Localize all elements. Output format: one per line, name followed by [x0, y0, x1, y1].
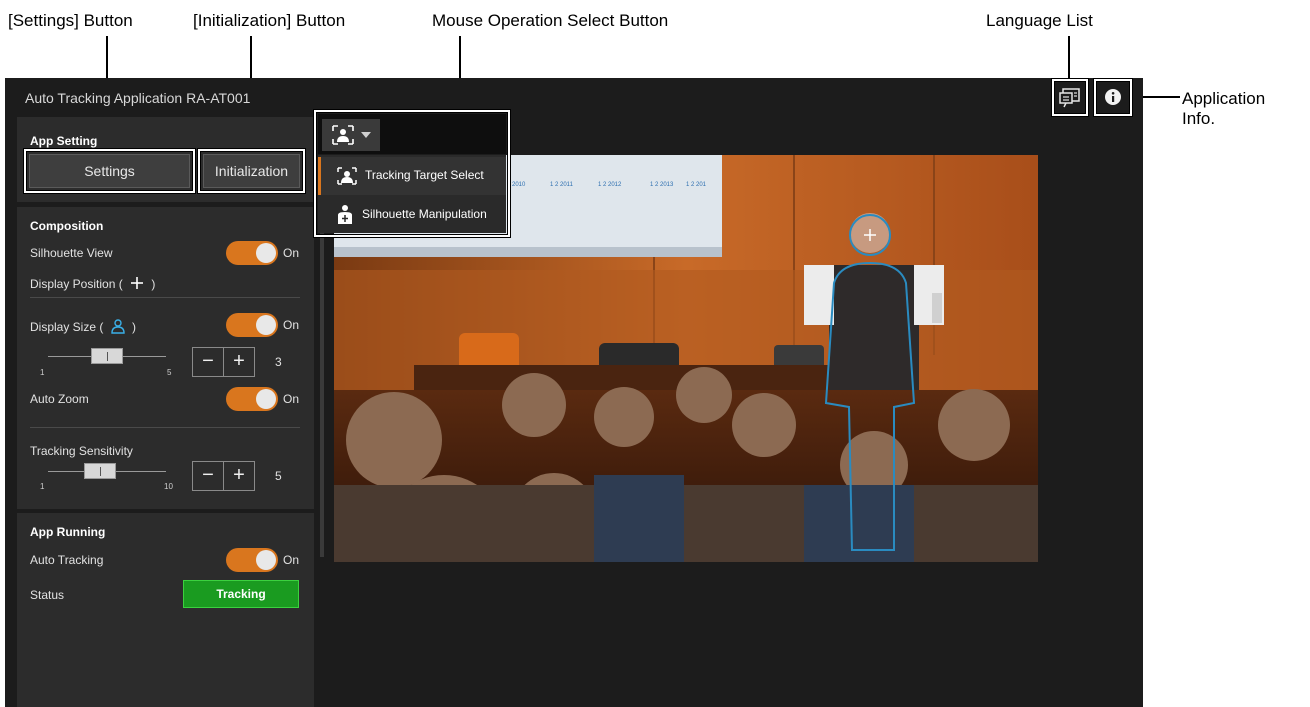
callout-settings-button: [Settings] Button — [8, 11, 133, 30]
display-size-slider-thumb[interactable] — [91, 348, 123, 364]
side-panel-scrollbar[interactable] — [320, 207, 324, 557]
tracking-sensitivity-slider-thumb[interactable] — [84, 463, 117, 479]
display-position-close: ) — [151, 277, 156, 291]
tracking-sensitivity-min: 1 — [40, 482, 45, 491]
display-size-value: 3 — [275, 355, 282, 369]
composition-title: Composition — [30, 219, 104, 233]
display-position-text: Display Position ( — [30, 277, 123, 291]
display-size-text: Display Size ( — [30, 320, 104, 334]
status-label: Status — [30, 588, 65, 602]
callout-initialization-button: [Initialization] Button — [193, 11, 346, 30]
display-size-close: ) — [132, 320, 137, 334]
callout-application-info-line2: Info. — [1182, 109, 1216, 128]
display-size-min: 1 — [40, 368, 45, 377]
silhouette-view-label: Silhouette View — [30, 246, 113, 260]
display-position-label: Display Position ( ) — [30, 276, 155, 291]
callout-language-list: Language List — [986, 11, 1093, 30]
initialization-button-highlight — [198, 149, 305, 193]
callout-application-info-line1: Application — [1182, 89, 1266, 108]
silhouette-view-toggle[interactable] — [226, 241, 278, 265]
display-size-max: 5 — [167, 368, 172, 377]
language-list-icon[interactable] — [1054, 81, 1086, 113]
auto-zoom-state: On — [283, 392, 300, 406]
auto-tracking-state: On — [283, 553, 300, 567]
slide-text-5: 1 2 201 — [686, 182, 707, 188]
slide-text-1: 2010 — [512, 182, 526, 188]
display-size-label: Display Size ( ) — [30, 318, 136, 334]
status-badge: Tracking — [183, 580, 299, 608]
composition-divider-2 — [30, 427, 300, 428]
leader-language — [1068, 36, 1070, 78]
display-size-minus-button[interactable]: − — [193, 348, 224, 376]
silhouette-view-state: On — [283, 246, 300, 260]
tracking-sensitivity-value: 5 — [275, 469, 282, 483]
mouse-operation-highlight — [314, 110, 510, 237]
tracking-sensitivity-max: 10 — [164, 482, 173, 491]
slide-text-4: 1 2 2013 — [650, 182, 674, 188]
tracking-sensitivity-plus-button[interactable]: + — [224, 462, 254, 490]
crosshair-icon — [131, 277, 144, 289]
callout-application-info: Application Info. — [1182, 89, 1265, 129]
display-size-toggle[interactable] — [226, 313, 278, 337]
app-setting-title: App Setting — [30, 134, 98, 148]
slide-text-3: 1 2 2012 — [598, 182, 622, 188]
tracking-sensitivity-minus-button[interactable]: − — [193, 462, 224, 490]
callout-mouse-operation: Mouse Operation Select Button — [432, 11, 669, 30]
tracking-sensitivity-label: Tracking Sensitivity — [30, 444, 133, 458]
tracking-sensitivity-stepper[interactable]: − + — [192, 461, 255, 491]
display-size-state: On — [283, 318, 300, 332]
auto-zoom-toggle[interactable] — [226, 387, 278, 411]
composition-divider-1 — [30, 297, 300, 298]
person-icon — [111, 319, 125, 334]
settings-button-highlight — [24, 149, 195, 193]
auto-zoom-label: Auto Zoom — [30, 392, 89, 406]
info-icon[interactable] — [1097, 81, 1129, 113]
app-running-panel — [17, 513, 314, 707]
auto-tracking-label: Auto Tracking — [30, 553, 104, 567]
auto-tracking-toggle[interactable] — [226, 548, 278, 572]
app-running-title: App Running — [30, 525, 106, 539]
display-size-stepper[interactable]: − + — [192, 347, 255, 377]
slide-text-2: 1 2 2011 — [550, 182, 574, 188]
display-size-plus-button[interactable]: + — [224, 348, 254, 376]
app-title: Auto Tracking Application RA-AT001 — [25, 90, 251, 106]
